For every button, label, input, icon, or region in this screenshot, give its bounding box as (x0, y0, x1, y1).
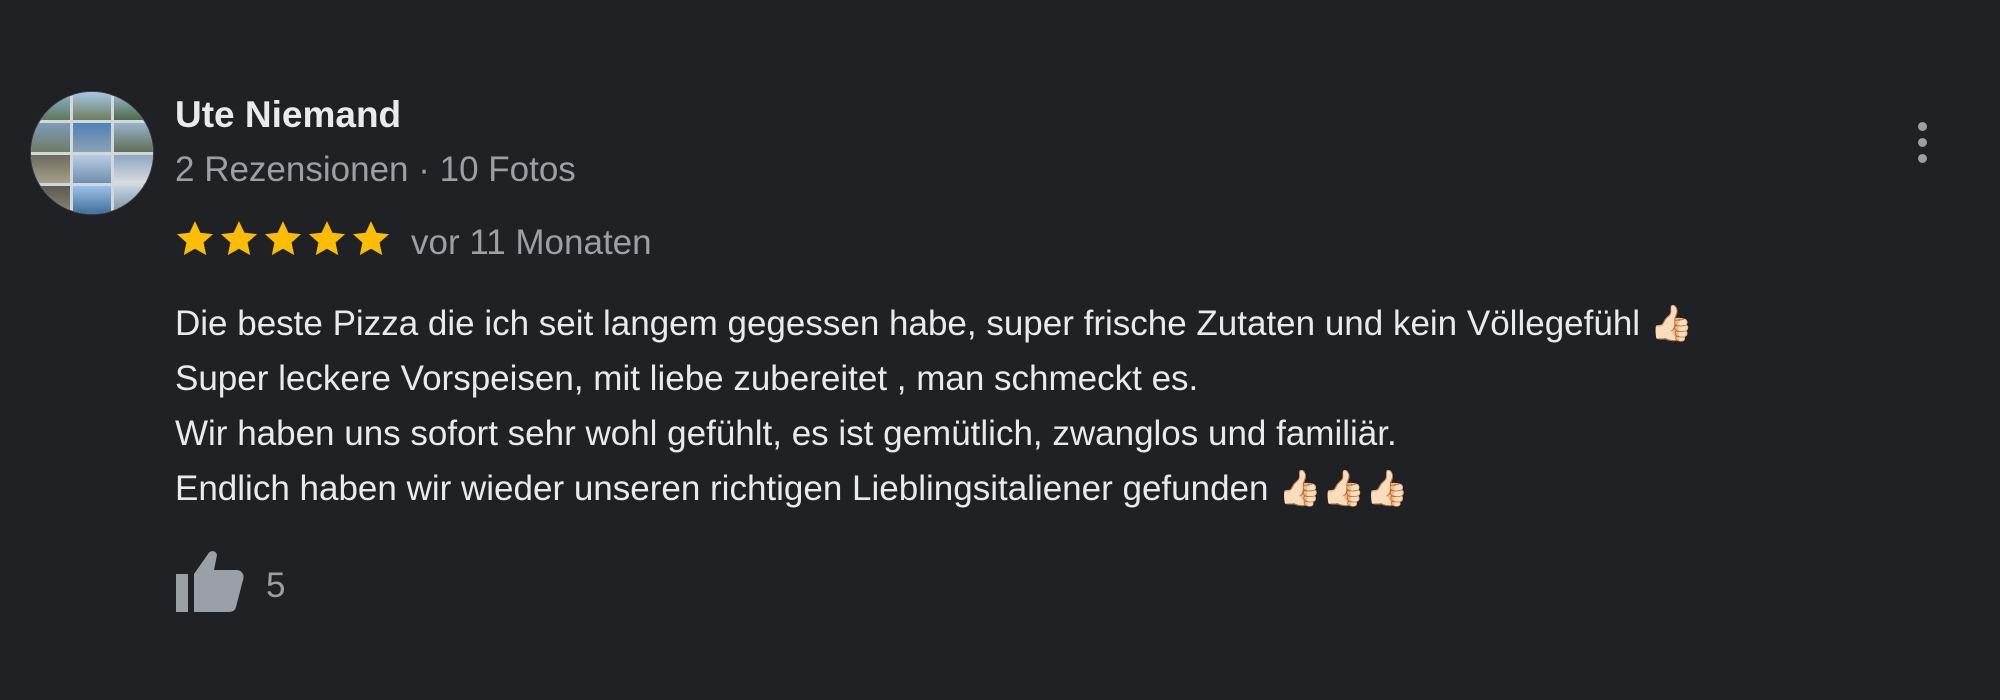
review-text-line: Wir haben uns sofort sehr wohl gefühlt, … (175, 414, 1397, 453)
more-vert-icon (1917, 121, 1927, 131)
reviewer-stats[interactable]: 2 Rezensionen · 10 Fotos (175, 150, 576, 190)
review-text-line: Super leckere Vorspeisen, mit liebe zube… (175, 359, 1199, 398)
review-card: Ute Niemand 2 Rezensionen · 10 Fotos vor… (0, 0, 2000, 700)
more-vert-icon-dot (1917, 137, 1927, 147)
star-icon (220, 221, 258, 256)
star-icon (308, 221, 346, 256)
star-icon (176, 221, 214, 256)
like-count: 5 (266, 566, 286, 605)
review-text-line: Endlich haben wir wieder unseren richtig… (175, 469, 1409, 508)
thumbs-up-icon (176, 551, 244, 612)
more-options-button[interactable] (1905, 110, 1939, 174)
more-vert-icon-dot (1917, 153, 1927, 163)
star-icon (352, 221, 390, 256)
avatar[interactable] (31, 92, 153, 214)
review-text-line: Die beste Pizza die ich seit langem gege… (175, 304, 1694, 343)
reviewer-name[interactable]: Ute Niemand (175, 94, 401, 136)
like-button[interactable] (172, 546, 246, 614)
review-text: Die beste Pizza die ich seit langem gege… (175, 296, 1975, 516)
star-rating (174, 218, 392, 260)
star-icon (264, 221, 302, 256)
review-date: vor 11 Monaten (411, 223, 652, 262)
